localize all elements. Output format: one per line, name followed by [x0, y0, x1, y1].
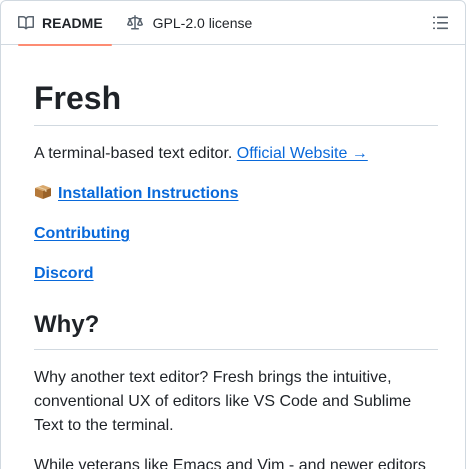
contributing-paragraph: Contributing: [34, 222, 438, 246]
tab-readme-label: README: [42, 14, 103, 31]
install-paragraph: Installation Instructions: [34, 182, 438, 206]
discord-link[interactable]: Discord: [34, 265, 94, 282]
installation-link-label: Installation Instructions: [58, 185, 239, 202]
tab-readme[interactable]: README: [10, 1, 112, 46]
book-icon: [18, 15, 35, 31]
why-heading: Why?: [34, 310, 438, 350]
readme-title: Fresh: [34, 45, 438, 126]
discord-paragraph: Discord: [34, 262, 438, 286]
installation-link[interactable]: Installation Instructions: [34, 185, 238, 202]
outline-button[interactable]: [431, 13, 451, 33]
list-unordered-icon: [431, 16, 451, 37]
package-icon: [34, 184, 52, 200]
readme-content: Fresh A terminal-based text editor. Offi…: [34, 45, 438, 469]
tab-license[interactable]: GPL-2.0 license: [119, 1, 261, 45]
why-paragraph: Why another text editor? Fresh brings th…: [34, 369, 412, 434]
readme-tab-bar: README GPL-2.0 license: [1, 1, 465, 46]
tab-license-label: GPL-2.0 license: [152, 14, 253, 31]
scale-icon: [126, 14, 143, 31]
official-website-link[interactable]: Official Website →: [237, 145, 368, 162]
intro-text: A terminal-based text editor.: [34, 145, 237, 162]
while-paragraph: While veterans like Emacs and Vim - and …: [34, 457, 426, 469]
readme-panel: README GPL-2.0 license Fresh A terminal-…: [0, 0, 466, 469]
contributing-link[interactable]: Contributing: [34, 225, 130, 242]
intro-paragraph: A terminal-based text editor. Official W…: [34, 142, 438, 166]
